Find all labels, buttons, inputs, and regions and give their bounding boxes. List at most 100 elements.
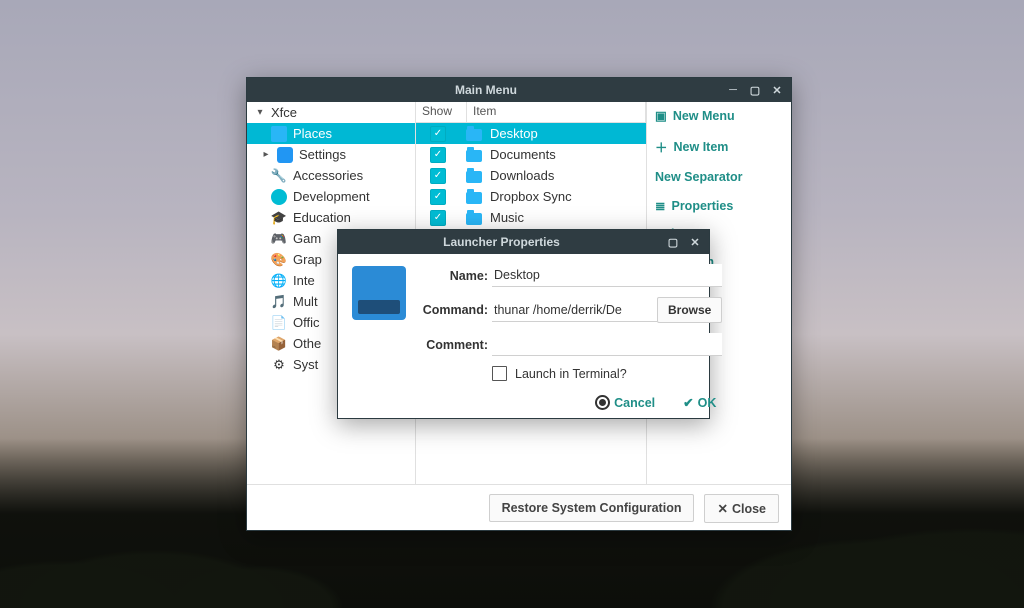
list-icon: ≣ [655, 198, 665, 213]
desktop-wallpaper: Main Menu ─ ▢ ✕ ▾ Xfce Places ▸ Settings [0, 0, 1024, 608]
close-button[interactable]: ✕ Close [704, 494, 779, 523]
show-checkbox[interactable]: ✓ [430, 168, 446, 184]
list-item-label: Documents [490, 147, 556, 162]
dialog-titlebar[interactable]: Launcher Properties ▢ ✕ [338, 230, 709, 254]
name-field[interactable] [492, 264, 722, 287]
new-item-button[interactable]: ＋ New Item [655, 137, 783, 156]
folder-icon [466, 150, 482, 162]
close-icon: ✕ [717, 502, 727, 516]
cancel-button[interactable]: Cancel [595, 395, 655, 410]
tree-item-development[interactable]: Development [247, 186, 415, 207]
list-item[interactable]: ✓ Desktop [416, 123, 646, 144]
tree-item-label: Syst [293, 357, 318, 372]
command-label: Command: [414, 303, 492, 317]
plus-icon: ＋ [655, 137, 668, 156]
header-item[interactable]: Item [467, 102, 646, 122]
header-show[interactable]: Show [416, 102, 467, 122]
tree-root-label: Xfce [271, 105, 297, 120]
main-menu-titlebar[interactable]: Main Menu ─ ▢ ✕ [247, 78, 791, 102]
list-item-label: Music [490, 210, 524, 225]
launch-terminal-row[interactable]: Launch in Terminal? [492, 366, 722, 381]
main-menu-footer: Restore System Configuration ✕ Close [247, 484, 791, 531]
folder-icon [466, 129, 482, 141]
multimedia-icon: 🎵 [271, 294, 287, 310]
button-label: Restore System Configuration [502, 501, 682, 515]
comment-field[interactable] [492, 333, 722, 356]
chevron-right-icon[interactable]: ▸ [261, 149, 271, 160]
education-icon: 🎓 [271, 210, 287, 226]
folder-icon [466, 213, 482, 225]
tree-item-settings[interactable]: ▸ Settings [247, 144, 415, 165]
close-dialog-button[interactable]: ✕ [687, 234, 703, 250]
development-icon [271, 189, 287, 205]
new-separator-button[interactable]: New Separator [655, 170, 783, 184]
list-item[interactable]: ✓ Music [416, 207, 646, 228]
maximize-button[interactable]: ▢ [747, 82, 763, 98]
list-item[interactable]: ✓ Dropbox Sync [416, 186, 646, 207]
graphics-icon: 🎨 [271, 252, 287, 268]
action-label: New Separator [655, 170, 743, 184]
chevron-down-icon[interactable]: ▾ [255, 107, 265, 118]
tree-item-label: Places [293, 126, 332, 141]
tree-item-label: Offic [293, 315, 320, 330]
name-label: Name: [414, 269, 492, 283]
tree-item-education[interactable]: 🎓 Education [247, 207, 415, 228]
main-menu-title: Main Menu [253, 83, 719, 97]
new-menu-button[interactable]: ▣New Menu [655, 108, 783, 123]
tree-item-label: Accessories [293, 168, 363, 183]
dialog-body: Name: Command: Browse Comment: Launch in… [338, 254, 709, 418]
tree-item-label: Inte [293, 273, 315, 288]
tree-item-label: Settings [299, 147, 346, 162]
settings-icon [277, 147, 293, 163]
ok-button[interactable]: ✔ OK [683, 395, 716, 410]
maximize-button[interactable]: ▢ [665, 234, 681, 250]
launch-terminal-checkbox[interactable] [492, 366, 507, 381]
action-label: New Menu [673, 109, 735, 123]
cancel-icon [595, 395, 610, 410]
show-checkbox[interactable]: ✓ [430, 210, 446, 226]
tree-item-label: Mult [293, 294, 318, 309]
tree-item-label: Education [293, 210, 351, 225]
launch-terminal-label: Launch in Terminal? [515, 367, 627, 381]
action-label: Properties [671, 199, 733, 213]
folder-icon [466, 192, 482, 204]
button-label: OK [698, 396, 717, 410]
launcher-icon[interactable] [352, 266, 406, 320]
list-item[interactable]: ✓ Downloads [416, 165, 646, 186]
other-icon: 📦 [271, 336, 287, 352]
list-item-label: Desktop [490, 126, 538, 141]
browse-button[interactable]: Browse [657, 297, 722, 323]
tree-root[interactable]: ▾ Xfce [247, 102, 415, 123]
command-field[interactable] [492, 299, 657, 322]
close-window-button[interactable]: ✕ [769, 82, 785, 98]
show-checkbox[interactable]: ✓ [430, 189, 446, 205]
list-item[interactable]: ✓ Documents [416, 144, 646, 165]
button-label: Close [732, 502, 766, 516]
folder-icon [466, 171, 482, 183]
list-item-label: Dropbox Sync [490, 189, 572, 204]
item-list-header: Show Item [416, 102, 646, 123]
launcher-properties-dialog: Launcher Properties ▢ ✕ Name: Command: B… [337, 229, 710, 419]
show-checkbox[interactable]: ✓ [430, 126, 446, 142]
internet-icon: 🌐 [271, 273, 287, 289]
tree-item-places[interactable]: Places [247, 123, 415, 144]
action-label: New Item [674, 140, 729, 154]
tree-item-label: Othe [293, 336, 321, 351]
tree-item-accessories[interactable]: 🔧 Accessories [247, 165, 415, 186]
properties-button[interactable]: ≣ Properties [655, 198, 783, 213]
button-label: Cancel [614, 396, 655, 410]
accessories-icon: 🔧 [271, 168, 287, 184]
system-icon: ⚙ [271, 357, 287, 373]
show-checkbox[interactable]: ✓ [430, 147, 446, 163]
tree-item-label: Gam [293, 231, 321, 246]
minimize-button[interactable]: ─ [725, 82, 741, 98]
dialog-title: Launcher Properties [344, 235, 659, 249]
tree-item-label: Development [293, 189, 370, 204]
comment-label: Comment: [414, 338, 492, 352]
button-label: Browse [668, 303, 711, 317]
office-icon: 📄 [271, 315, 287, 331]
check-icon: ✔ [683, 395, 693, 410]
list-item-label: Downloads [490, 168, 554, 183]
tree-item-label: Grap [293, 252, 322, 267]
restore-button[interactable]: Restore System Configuration [489, 494, 695, 522]
